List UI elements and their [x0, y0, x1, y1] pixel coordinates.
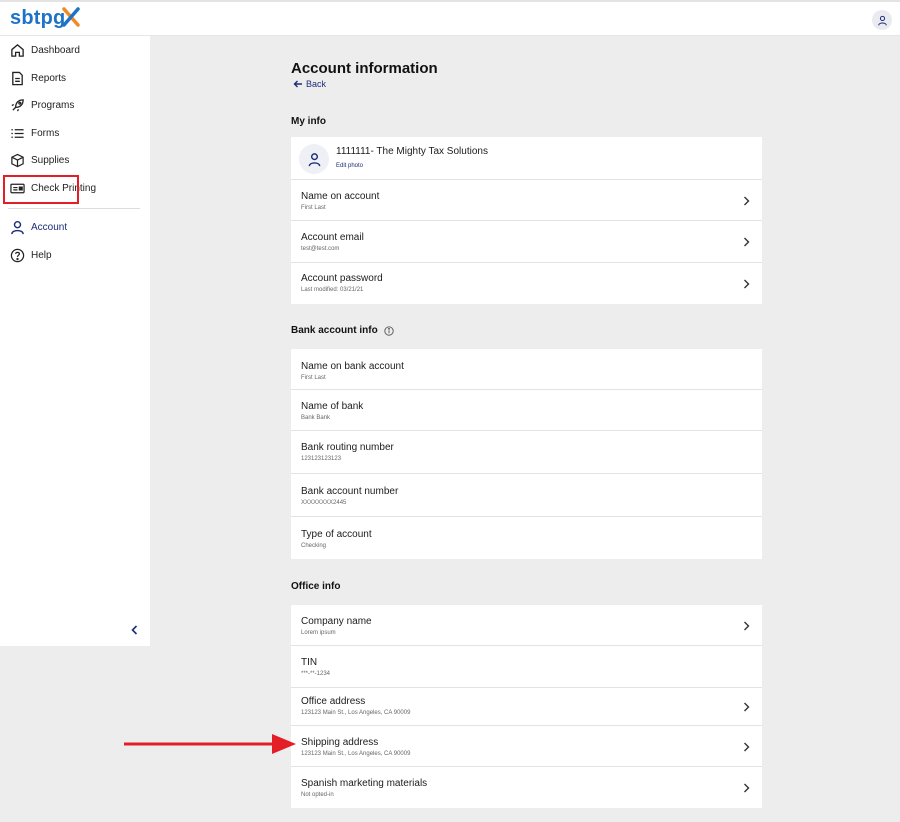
my-info-card: 1111111- The Mighty Tax Solutions Edit p… [291, 137, 762, 304]
row-label: Shipping address [301, 737, 379, 748]
sidebar-item-help[interactable]: Help [10, 245, 52, 265]
chevron-right-icon [744, 783, 750, 793]
logo[interactable]: sbtpg [10, 7, 65, 30]
row-label: Office address [301, 696, 366, 707]
row-label: Name on account [301, 191, 380, 202]
highlight-annotation-box [3, 175, 79, 204]
avatar[interactable] [299, 144, 329, 174]
edit-photo-link[interactable]: Edit photo [336, 163, 363, 169]
row-value: First Last [301, 205, 326, 211]
row-value: ***-**-1234 [301, 671, 331, 677]
profile-row: 1111111- The Mighty Tax Solutions Edit p… [291, 137, 762, 180]
row-label: Account email [301, 232, 364, 243]
list-item-type-of-account: Type of account Checking [291, 517, 762, 559]
list-item-company-name[interactable]: Company name Lorem ipsum [291, 605, 762, 646]
sidebar-divider [8, 208, 140, 209]
chevron-left-icon[interactable] [129, 623, 141, 637]
sidebar-item-label: Account [31, 221, 68, 233]
office-info-card: Company name Lorem ipsum TIN ***-**-1234… [291, 605, 762, 808]
page-title: Account information [291, 60, 438, 77]
chevron-right-icon [744, 279, 750, 289]
list-item-account-password[interactable]: Account password Last modified: 03/21/21 [291, 263, 762, 304]
arrow-annotation-icon [124, 734, 296, 754]
sidebar-item-reports[interactable]: Reports [10, 68, 66, 88]
sidebar-item-label: Reports [31, 72, 67, 84]
chevron-right-icon [744, 237, 750, 247]
sidebar-item-label: Programs [31, 99, 75, 111]
rocket-icon [11, 98, 24, 111]
sidebar-item-label: Forms [31, 127, 60, 139]
back-link[interactable]: Back [293, 79, 326, 89]
user-icon [308, 152, 320, 166]
sidebar-item-supplies[interactable]: Supplies [10, 150, 69, 170]
row-value: Lorem ipsum [301, 630, 336, 636]
section-title-my-info: My info [291, 116, 326, 127]
list-item-shipping-address[interactable]: Shipping address 123123 Main St., Los An… [291, 726, 762, 767]
arrow-left-icon [293, 80, 302, 88]
sidebar-item-account[interactable]: Account [10, 217, 67, 237]
sidebar-item-label: Dashboard [31, 44, 80, 56]
row-value: Not opted-in [301, 792, 334, 798]
sidebar-item-forms[interactable]: Forms [10, 123, 59, 143]
list-item-spanish-marketing-materials[interactable]: Spanish marketing materials Not opted-in [291, 767, 762, 808]
info-icon[interactable] [384, 325, 394, 336]
box-icon [11, 153, 24, 167]
list-item-name-on-bank-account: Name on bank account First Last [291, 349, 762, 390]
row-label: Bank routing number [301, 442, 394, 453]
list-icon [11, 128, 24, 138]
list-item-bank-account-number: Bank account number XXXXXXXX2445 [291, 474, 762, 517]
list-item-name-on-account[interactable]: Name on account First Last [291, 180, 762, 221]
row-label: TIN [301, 657, 318, 668]
list-item-bank-routing-number: Bank routing number 123123123123 [291, 431, 762, 474]
sidebar-item-programs[interactable]: Programs [10, 95, 74, 115]
row-value: 123123 Main St., Los Angeles, CA 90009 [301, 751, 411, 757]
document-icon [12, 71, 23, 85]
row-label: Account password [301, 273, 383, 284]
row-value: Bank Bank [301, 415, 331, 421]
row-label: Spanish marketing materials [301, 778, 428, 789]
chevron-right-icon [744, 196, 750, 206]
user-icon [877, 15, 887, 25]
row-value: Checking [301, 543, 327, 549]
row-label: Company name [301, 616, 372, 627]
logo-x-mark [62, 7, 80, 27]
row-value: First Last [301, 375, 326, 381]
row-label: Type of account [301, 529, 372, 540]
row-value: Last modified: 03/21/21 [301, 287, 364, 293]
row-label: Name of bank [301, 401, 364, 412]
home-icon [11, 43, 24, 57]
list-item-office-address[interactable]: Office address 123123 Main St., Los Ange… [291, 688, 762, 726]
organization-name: 1111111- The Mighty Tax Solutions [336, 146, 488, 157]
chevron-right-icon [744, 621, 750, 631]
help-icon [10, 248, 25, 262]
chevron-right-icon [744, 742, 750, 752]
row-label: Bank account number [301, 486, 399, 497]
top-bar: sbtpg [0, 0, 900, 36]
chevron-right-icon [744, 702, 750, 712]
sidebar: Dashboard Reports Programs Forms Supplie… [0, 36, 150, 646]
section-title-text: Bank account info [291, 325, 378, 336]
sidebar-item-label: Help [31, 249, 52, 261]
back-label: Back [306, 79, 327, 89]
list-item-tin: TIN ***-**-1234 [291, 646, 762, 688]
section-title-bank-info: Bank account info [291, 325, 394, 336]
user-menu-button[interactable] [872, 10, 892, 30]
sidebar-item-label: Supplies [31, 154, 70, 166]
user-icon [11, 220, 24, 234]
bank-info-card: Name on bank account First Last Name of … [291, 349, 762, 559]
row-value: 123123 Main St., Los Angeles, CA 90009 [301, 710, 411, 716]
list-item-name-of-bank: Name of bank Bank Bank [291, 390, 762, 431]
row-value: 123123123123 [301, 456, 342, 462]
sidebar-item-dashboard[interactable]: Dashboard [10, 40, 80, 60]
row-value: test@test.com [301, 246, 340, 252]
list-item-account-email[interactable]: Account email test@test.com [291, 221, 762, 263]
row-label: Name on bank account [301, 361, 404, 372]
section-title-office-info: Office info [291, 581, 341, 592]
row-value: XXXXXXXX2445 [301, 500, 347, 506]
